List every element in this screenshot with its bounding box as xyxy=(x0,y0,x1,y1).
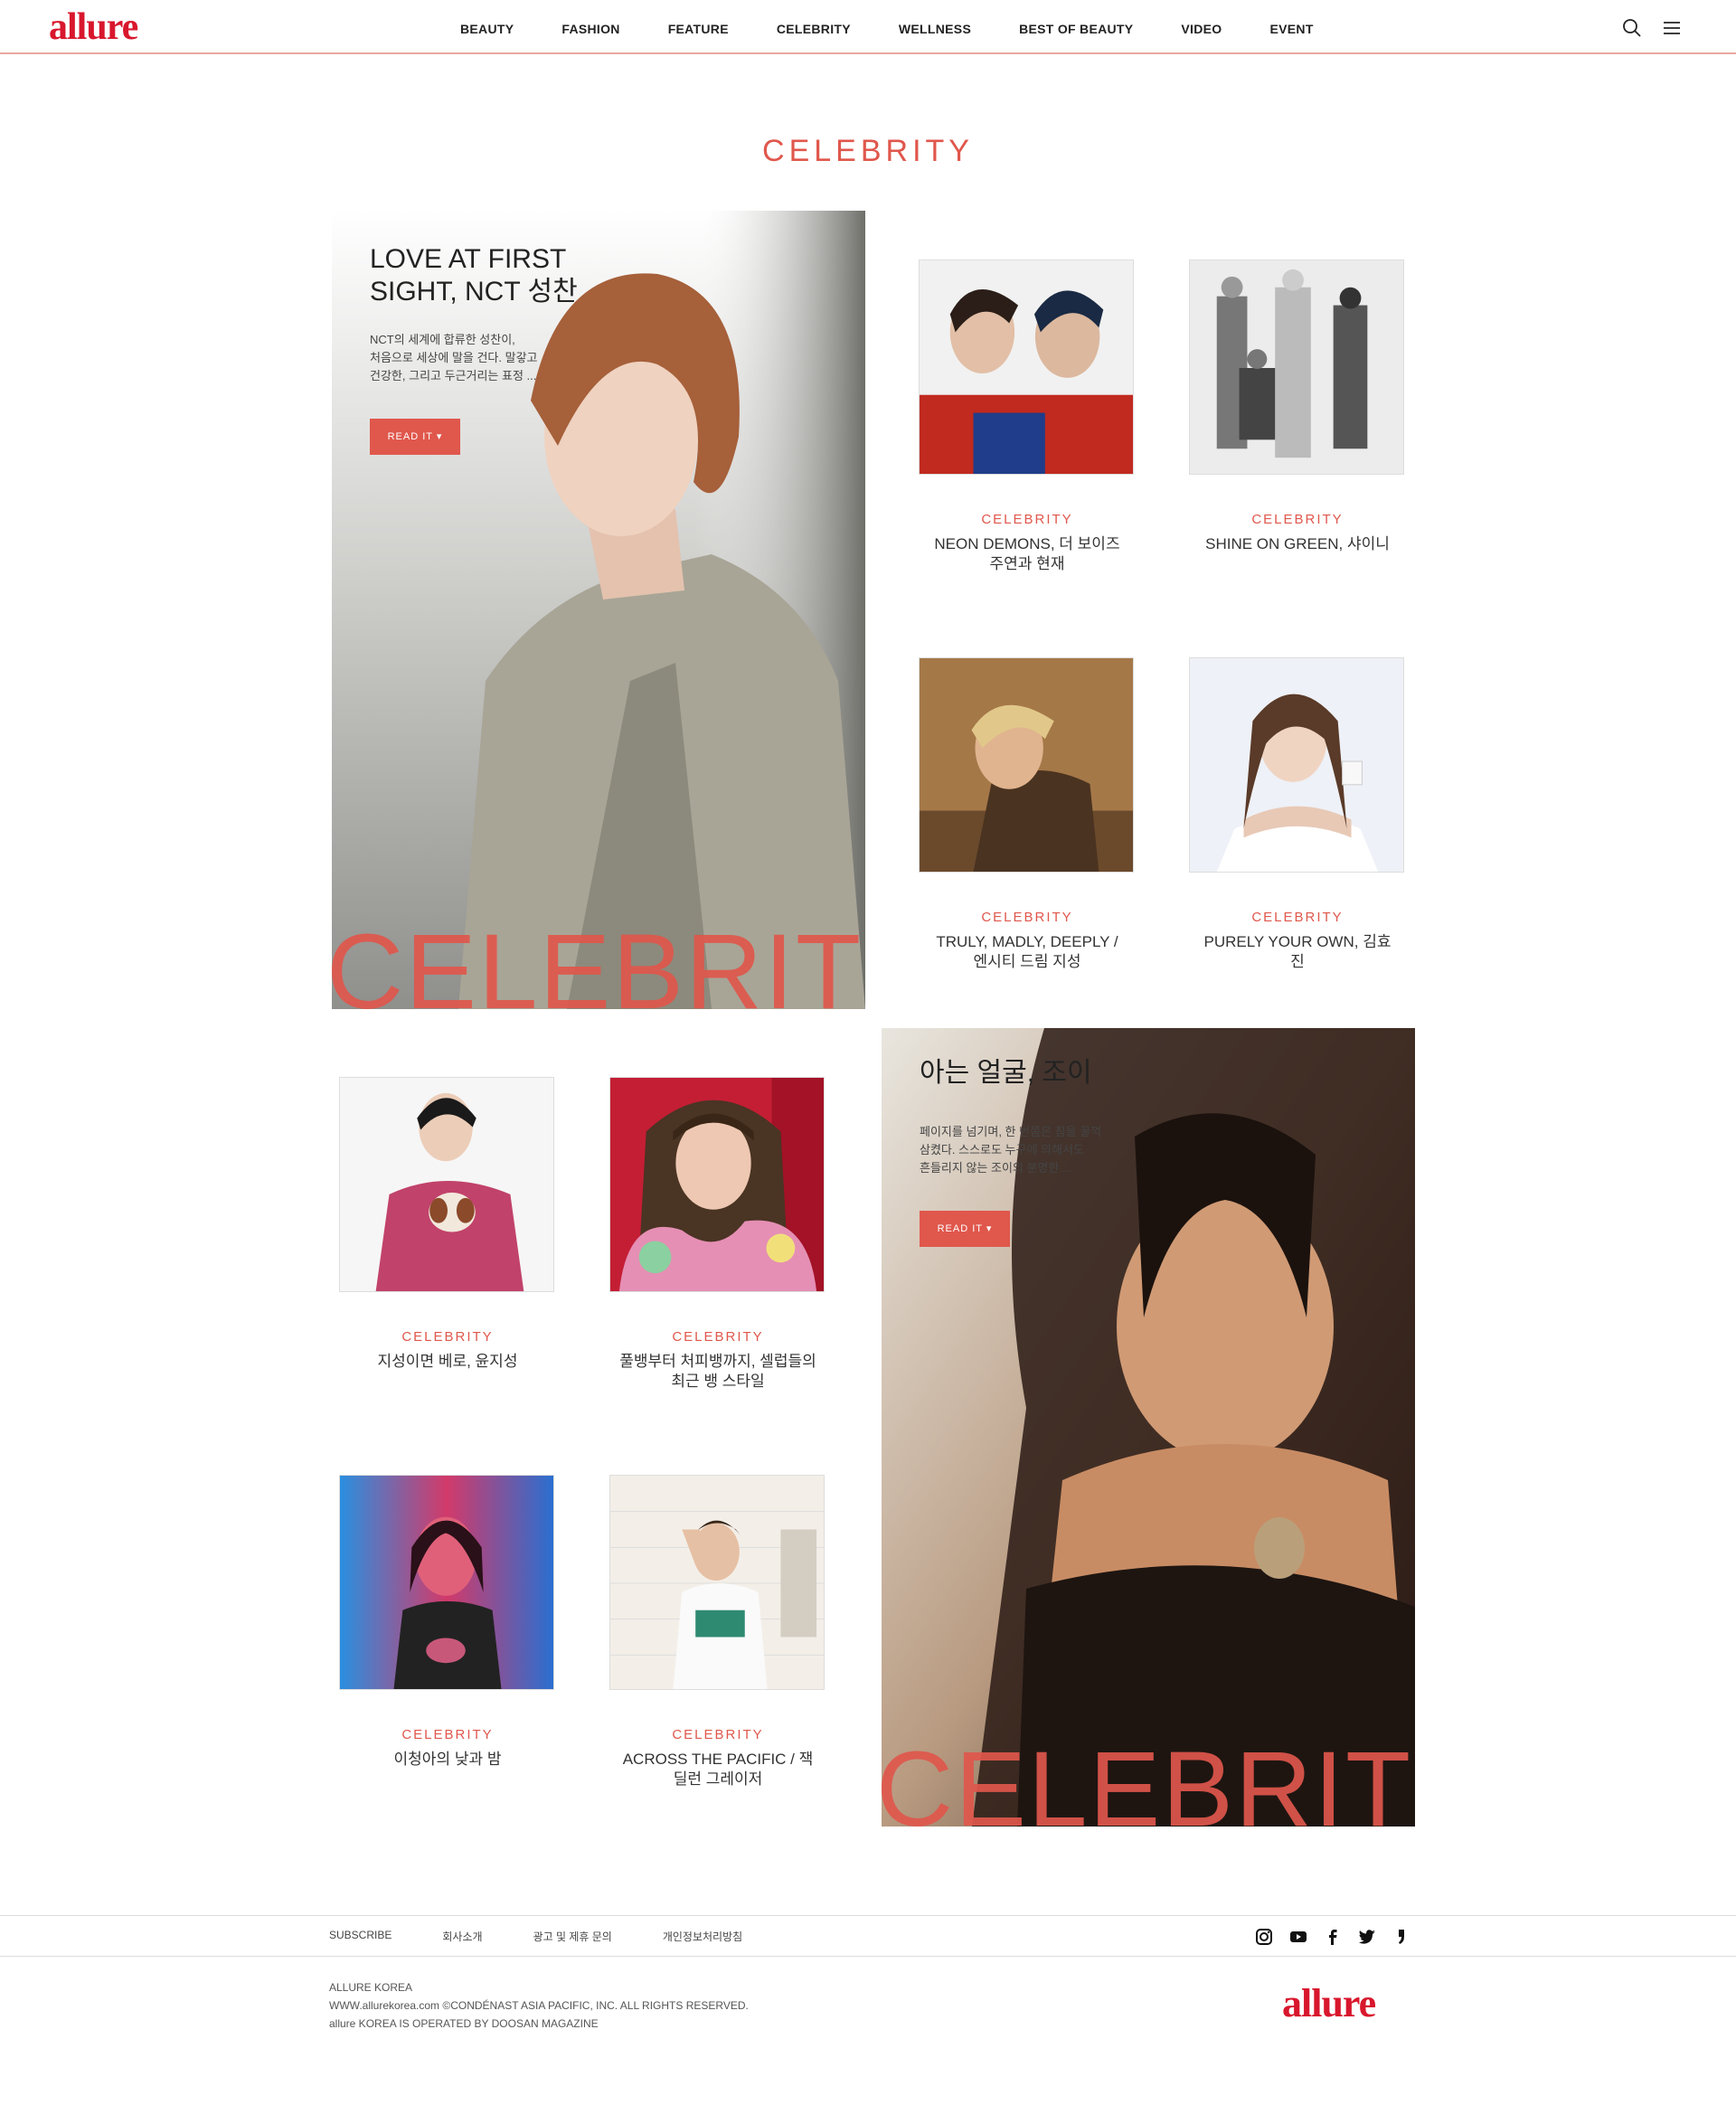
nav-beauty[interactable]: BEAUTY xyxy=(460,22,514,36)
card-title[interactable]: 이청아의 낮과 밤 xyxy=(339,1750,556,1770)
nav-wellness[interactable]: WELLNESS xyxy=(899,22,971,36)
card-category[interactable]: CELEBRITY xyxy=(1189,512,1406,527)
card-title[interactable]: NEON DEMONS, 더 보이즈 주연과 현재 xyxy=(919,534,1136,574)
card-title[interactable]: 풀뱅부터 처피뱅까지, 셀럽들의 최근 뱅 스타일 xyxy=(609,1352,826,1392)
feature-desc-line: NCT의 세계에 합류한 성찬이, xyxy=(370,333,515,346)
instagram-icon[interactable] xyxy=(1254,1927,1274,1947)
card-category[interactable]: CELEBRITY xyxy=(339,1727,556,1742)
footer-allure-logo[interactable]: allure xyxy=(1282,1980,1376,2026)
footer-link-advertising[interactable]: 광고 및 제휴 문의 xyxy=(533,1929,612,1944)
twitter-icon[interactable] xyxy=(1357,1927,1377,1947)
post-icon[interactable] xyxy=(1392,1927,1411,1947)
footer-links: SUBSCRIBE 회사소개 광고 및 제휴 문의 개인정보처리방침 xyxy=(329,1929,793,1944)
feature-article-nct[interactable]: LOVE AT FIRST SIGHT, NCT 성찬 NCT의 세계에 합류한… xyxy=(332,211,865,1009)
article-card[interactable]: CELEBRITY SHINE ON GREEN, 샤이니 xyxy=(1189,260,1406,554)
nav-fashion[interactable]: FASHION xyxy=(561,22,619,36)
read-it-button[interactable]: READ IT ▾ xyxy=(370,419,460,455)
article-card[interactable]: CELEBRITY 이청아의 낮과 밤 xyxy=(339,1475,556,1770)
social-links xyxy=(1254,1927,1411,1947)
card-category[interactable]: CELEBRITY xyxy=(919,512,1136,527)
facebook-icon[interactable] xyxy=(1323,1927,1343,1947)
feature-description: 페이지를 넘기며, 한 번쯤은 침을 꿀꺽 삼켰다. 스스로도 누구에 의해서도… xyxy=(920,1123,1101,1177)
feature-desc-line: 건강한, 그리고 두근거리는 표정 ... xyxy=(370,369,537,382)
card-thumbnail xyxy=(609,1077,825,1292)
feature-title-line: LOVE AT FIRST xyxy=(370,244,567,274)
article-card[interactable]: CELEBRITY ACROSS THE PACIFIC / 잭 딜런 그레이저 xyxy=(609,1475,826,1789)
nav-video[interactable]: VIDEO xyxy=(1181,22,1222,36)
feature-big-category-word: CELEBRITY xyxy=(332,912,865,1009)
site-header: allure BEAUTY FASHION FEATURE CELEBRITY … xyxy=(0,0,1736,54)
feature-desc-line: 처음으로 세상에 말을 건다. 말갛고 xyxy=(370,351,538,364)
article-card[interactable]: CELEBRITY 지성이면 베로, 윤지성 xyxy=(339,1077,556,1372)
card-category[interactable]: CELEBRITY xyxy=(1189,910,1406,925)
card-thumbnail xyxy=(339,1077,554,1292)
search-icon[interactable] xyxy=(1622,18,1642,38)
card-thumbnail xyxy=(609,1475,825,1690)
youtube-icon[interactable] xyxy=(1288,1927,1308,1947)
card-category[interactable]: CELEBRITY xyxy=(919,910,1136,925)
card-title[interactable]: 지성이면 베로, 윤지성 xyxy=(339,1352,556,1372)
feature-title: 아는 얼굴, 조이 xyxy=(920,1058,1092,1088)
feature-big-category-word: CELEBRITY xyxy=(882,1730,1415,1827)
card-thumbnail xyxy=(1189,657,1404,873)
main-nav: BEAUTY FASHION FEATURE CELEBRITY WELLNES… xyxy=(460,22,1362,36)
feature-article-joy[interactable]: 아는 얼굴, 조이 페이지를 넘기며, 한 번쯤은 침을 꿀꺽 삼켰다. 스스로… xyxy=(882,1028,1415,1827)
page-title: CELEBRITY xyxy=(762,134,974,168)
article-card[interactable]: CELEBRITY NEON DEMONS, 더 보이즈 주연과 현재 xyxy=(919,260,1136,574)
card-title[interactable]: SHINE ON GREEN, 샤이니 xyxy=(1189,534,1406,554)
article-card[interactable]: CELEBRITY TRULY, MADLY, DEEPLY / 엔시티 드림 … xyxy=(919,657,1136,972)
footer-bar: SUBSCRIBE 회사소개 광고 및 제휴 문의 개인정보처리방침 xyxy=(0,1915,1736,1957)
allure-logo[interactable]: allure xyxy=(49,5,138,49)
card-title[interactable]: TRULY, MADLY, DEEPLY / 엔시티 드림 지성 xyxy=(919,932,1136,972)
card-thumbnail xyxy=(339,1475,554,1690)
card-thumbnail xyxy=(919,657,1134,873)
footer-info: ALLURE KOREA WWW.allurekorea.com ©CONDÉN… xyxy=(329,1978,749,2033)
card-category[interactable]: CELEBRITY xyxy=(609,1727,826,1742)
hamburger-menu-icon[interactable] xyxy=(1662,18,1682,38)
footer-copyright: WWW.allurekorea.com ©CONDÉNAST ASIA PACI… xyxy=(329,1999,749,2012)
card-title[interactable]: PURELY YOUR OWN, 김효진 xyxy=(1189,932,1406,972)
card-thumbnail xyxy=(1189,260,1404,475)
footer-operator: allure KOREA IS OPERATED BY DOOSAN MAGAZ… xyxy=(329,2017,599,2030)
nav-event[interactable]: EVENT xyxy=(1270,22,1314,36)
card-title[interactable]: ACROSS THE PACIFIC / 잭 딜런 그레이저 xyxy=(609,1750,826,1789)
feature-title: LOVE AT FIRST SIGHT, NCT 성찬 xyxy=(370,243,578,308)
feature-description: NCT의 세계에 합류한 성찬이, 처음으로 세상에 말을 건다. 말갛고 건강… xyxy=(370,331,538,385)
card-category[interactable]: CELEBRITY xyxy=(339,1329,556,1345)
nav-best-of-beauty[interactable]: BEST OF BEAUTY xyxy=(1019,22,1133,36)
article-card[interactable]: CELEBRITY PURELY YOUR OWN, 김효진 xyxy=(1189,657,1406,972)
nav-celebrity[interactable]: CELEBRITY xyxy=(777,22,851,36)
card-thumbnail xyxy=(919,260,1134,475)
feature-desc-line: 흔들리지 않는 조이의 분명한 ... xyxy=(920,1161,1072,1175)
feature-desc-line: 페이지를 넘기며, 한 번쯤은 침을 꿀꺽 xyxy=(920,1125,1102,1138)
card-category[interactable]: CELEBRITY xyxy=(609,1329,826,1345)
footer-link-privacy[interactable]: 개인정보처리방침 xyxy=(663,1929,742,1944)
footer-link-subscribe[interactable]: SUBSCRIBE xyxy=(329,1929,392,1944)
feature-title-line: SIGHT, NCT 성찬 xyxy=(370,277,578,307)
nav-feature[interactable]: FEATURE xyxy=(668,22,729,36)
footer-company-name: ALLURE KOREA xyxy=(329,1981,413,1994)
footer-link-company[interactable]: 회사소개 xyxy=(442,1929,482,1944)
article-card[interactable]: CELEBRITY 풀뱅부터 처피뱅까지, 셀럽들의 최근 뱅 스타일 xyxy=(609,1077,826,1392)
feature-desc-line: 삼켰다. 스스로도 누구에 의해서도 xyxy=(920,1143,1084,1156)
read-it-button[interactable]: READ IT ▾ xyxy=(920,1211,1010,1247)
